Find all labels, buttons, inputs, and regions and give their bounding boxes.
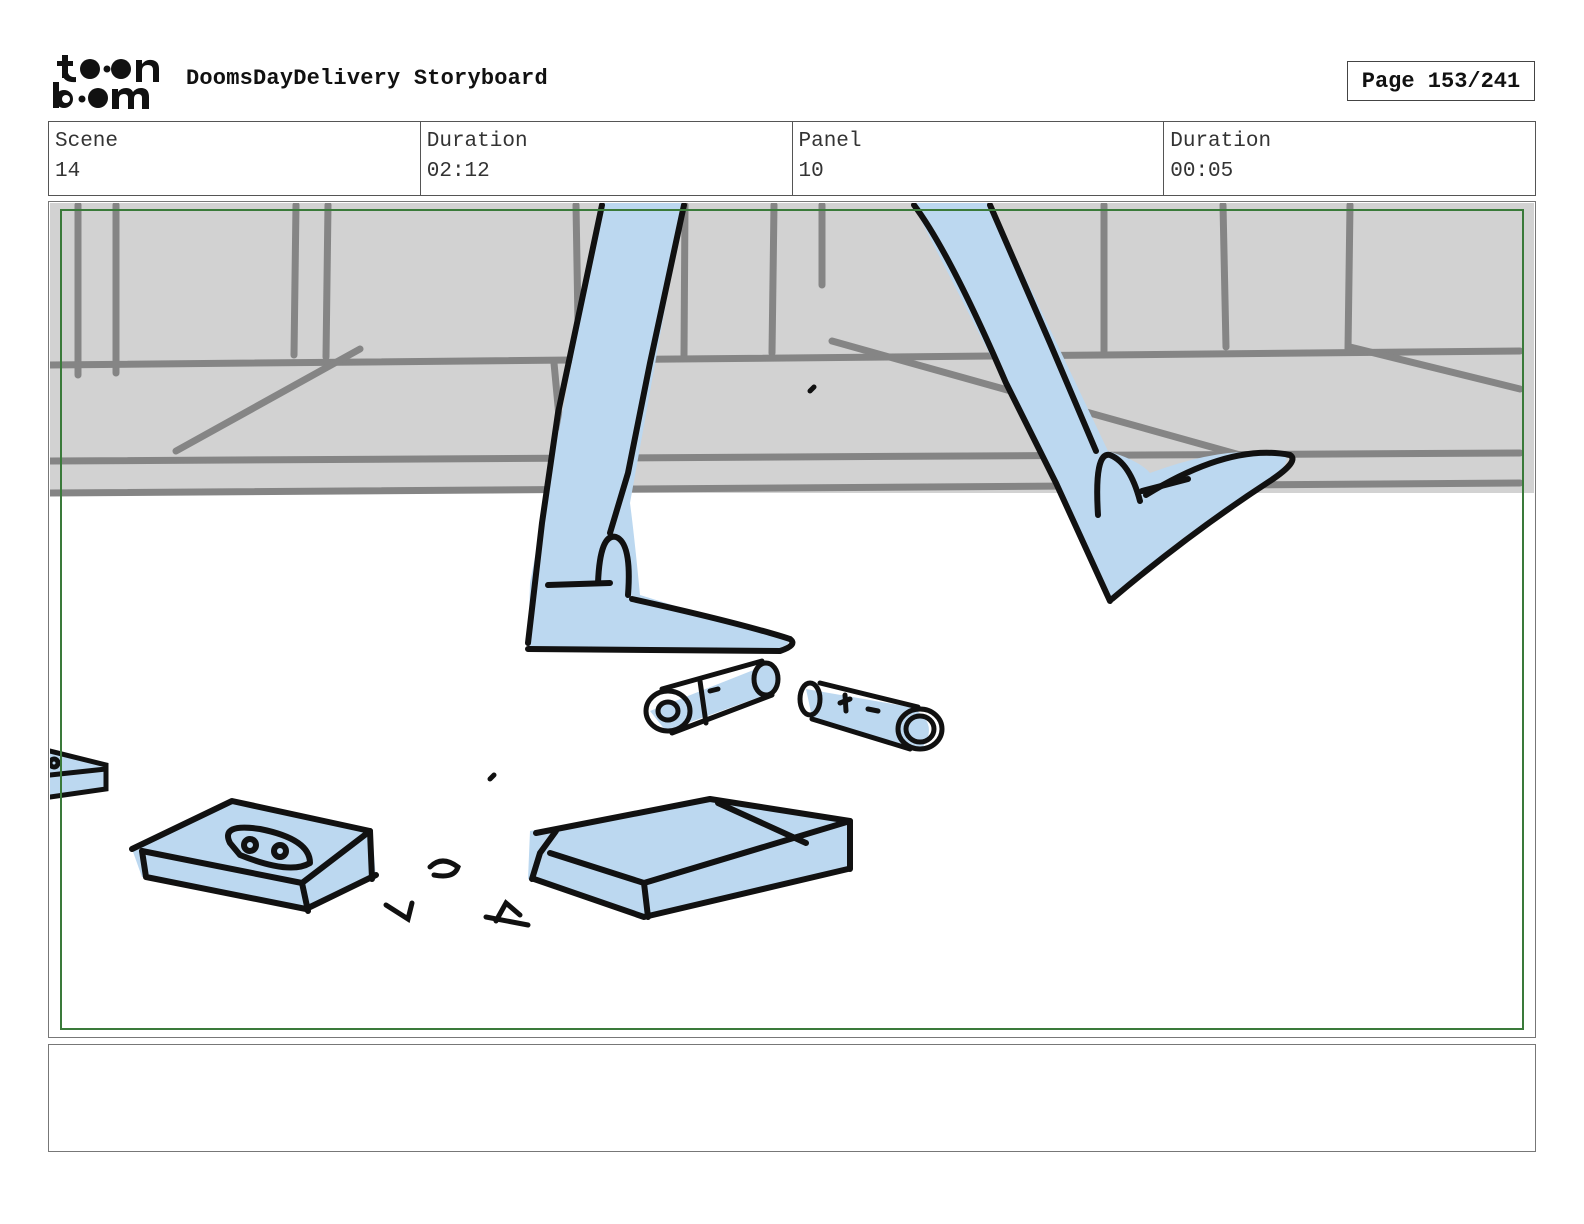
background-wall — [50, 203, 1534, 493]
panel-notes — [48, 1044, 1536, 1152]
scene-duration-cell: Duration 02:12 — [419, 122, 792, 195]
battery-left — [643, 658, 781, 736]
page-number: Page 153/241 — [1347, 61, 1535, 101]
scene-duration-label: Duration — [426, 130, 528, 153]
box-fragment-left — [50, 748, 109, 800]
panel-duration-label: Duration — [1170, 130, 1272, 153]
panel-duration-value: 00:05 — [1170, 160, 1234, 183]
scene-value: 14 — [55, 160, 81, 183]
scene-duration-value: 02:12 — [426, 160, 490, 183]
scene-label: Scene — [55, 130, 119, 153]
panel-value: 10 — [798, 160, 824, 183]
document-title: DoomsDayDelivery Storyboard — [186, 66, 548, 91]
storyboard-panel-drawing — [50, 203, 1534, 928]
panel-duration-cell: Duration 00:05 — [1163, 122, 1535, 195]
panel-cell: Panel 10 — [791, 122, 1164, 195]
broken-box-right — [528, 796, 853, 920]
panel-label: Panel — [798, 130, 862, 153]
toon-boom-logo — [53, 55, 159, 109]
scene-info-table: Scene 14 Duration 02:12 Panel 10 Duratio… — [48, 121, 1536, 196]
broken-box-left — [129, 798, 379, 914]
battery-right — [797, 680, 945, 752]
scene-cell: Scene 14 — [49, 122, 420, 195]
